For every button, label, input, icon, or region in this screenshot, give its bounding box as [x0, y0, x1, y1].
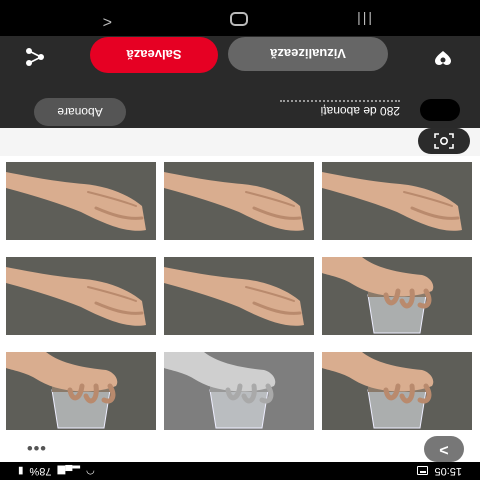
battery-level: 78% — [29, 465, 52, 477]
hand-relaxed-image — [6, 257, 156, 335]
pin-thumbnail[interactable] — [6, 257, 156, 335]
pin-thumbnail[interactable] — [322, 162, 472, 240]
hand-relaxed-image — [164, 257, 314, 335]
pin-thumbnail[interactable] — [164, 352, 314, 430]
app-screen: 15:05 ◠ ▂▄▆ 78% ▮ > ••• 280 de abonați A… — [0, 0, 480, 480]
hand-relaxed-image — [164, 162, 314, 240]
pin-thumbnail[interactable] — [164, 162, 314, 240]
status-bar: 15:05 ◠ ▂▄▆ 78% ▮ — [0, 462, 480, 480]
status-time: 15:05 — [434, 465, 462, 477]
recent-apps-button[interactable]: ||| — [355, 12, 372, 28]
hand-holding-glass-image — [164, 352, 314, 430]
hand-relaxed-image — [322, 162, 472, 240]
notification-icon — [417, 466, 429, 476]
save-button[interactable]: Salvează — [90, 37, 218, 73]
follow-button[interactable]: Abonare — [34, 98, 126, 126]
more-options-icon[interactable]: ••• — [26, 438, 46, 456]
pin-thumbnail[interactable] — [6, 162, 156, 240]
lens-icon — [434, 133, 454, 149]
pin-thumbnail[interactable] — [6, 352, 156, 430]
share-icon[interactable] — [24, 47, 46, 67]
home-button[interactable] — [230, 12, 248, 26]
wifi-icon: ◠ — [86, 465, 95, 477]
hand-holding-glass-image — [322, 352, 472, 430]
battery-icon: ▮ — [18, 465, 24, 477]
follower-count[interactable]: 280 de abonați — [321, 104, 400, 118]
pin-header: 280 de abonați Abonare Vizualizează Salv… — [0, 36, 480, 128]
avatar[interactable] — [420, 99, 460, 121]
back-button[interactable]: < — [103, 12, 112, 30]
follower-underline — [280, 100, 400, 102]
pin-thumbnail[interactable] — [322, 352, 472, 430]
visual-search-button[interactable] — [418, 128, 470, 154]
next-button[interactable]: > — [424, 436, 464, 462]
lens-bar — [0, 128, 480, 156]
visualize-button[interactable]: Vizualizează — [228, 37, 388, 71]
system-navigation-bar: ||| < — [0, 0, 480, 36]
pin-thumbnail[interactable] — [322, 257, 472, 335]
image-grid — [0, 128, 480, 432]
feed-footer: > ••• — [0, 432, 480, 462]
hand-holding-glass-image — [322, 257, 472, 335]
hand-holding-glass-image — [6, 352, 156, 430]
hand-relaxed-image — [6, 162, 156, 240]
pin-thumbnail[interactable] — [164, 257, 314, 335]
signal-icon: ▂▄▆ — [57, 465, 81, 477]
pinterest-icon[interactable] — [434, 50, 452, 66]
